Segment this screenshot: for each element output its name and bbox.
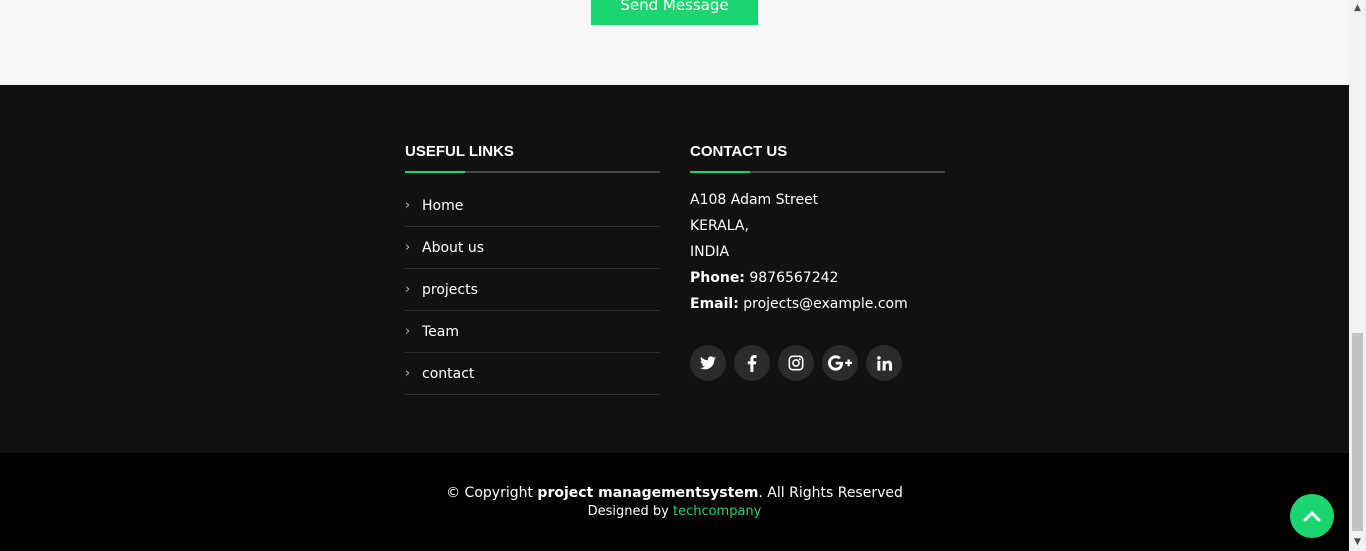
instagram-icon[interactable] (778, 345, 814, 381)
phone-row: Phone: 9876567242 (690, 265, 945, 291)
credits-text: Designed by techcompany (0, 504, 1349, 519)
footer-link-home[interactable]: › Home (405, 185, 660, 227)
useful-links-list: › Home › About us › projects › Team › contact (405, 185, 660, 395)
scroll-down-arrow-icon[interactable]: ▼ (1349, 534, 1366, 551)
chevron-right-icon: › (405, 198, 411, 213)
copyright-text: © Copyright project managementsystem. Al… (0, 485, 1349, 501)
social-links (690, 345, 945, 381)
footer-link-label[interactable]: About us (422, 240, 484, 256)
address-line-1: A108 Adam Street (690, 192, 819, 208)
useful-links-title: USEFUL LINKS (405, 143, 660, 173)
address-line-2: KERALA, (690, 218, 749, 234)
scrollbar-thumb[interactable] (1352, 333, 1363, 531)
title-accent-bar (690, 171, 750, 173)
contact-details: A108 Adam Street KERALA, INDIA Phone: 98… (690, 187, 945, 317)
email-address[interactable]: projects@example.com (743, 296, 908, 312)
email-label: Email: (690, 296, 739, 312)
footer-link-team[interactable]: › Team (405, 311, 660, 353)
contact-form-section: Send Message (0, 0, 1349, 85)
address-line-3: INDIA (690, 244, 730, 260)
footer-link-projects[interactable]: › projects (405, 269, 660, 311)
footer-link-label[interactable]: Team (422, 324, 459, 340)
useful-links-heading: USEFUL LINKS (405, 143, 514, 160)
contact-us-title: CONTACT US (690, 143, 945, 173)
scroll-up-arrow-icon[interactable]: ▲ (1349, 0, 1366, 17)
google-plus-icon[interactable] (822, 345, 858, 381)
designer-link[interactable]: techcompany (673, 504, 761, 519)
page: Send Message USEFUL LINKS › Home › About u… (0, 0, 1349, 551)
contact-us-column: CONTACT US A108 Adam Street KERALA, INDI… (690, 143, 945, 381)
footer-link-label[interactable]: projects (422, 282, 478, 298)
footer-link-contact[interactable]: › contact (405, 353, 660, 395)
chevron-right-icon: › (405, 240, 411, 255)
chevron-right-icon: › (405, 282, 411, 297)
useful-links-column: USEFUL LINKS › Home › About us › projects ›… (405, 143, 660, 395)
footer-link-label[interactable]: Home (422, 198, 463, 214)
footer-link-about[interactable]: › About us (405, 227, 660, 269)
footer-link-label[interactable]: contact (422, 366, 474, 382)
page-scrollbar[interactable]: ▲ ▼ (1349, 0, 1366, 551)
send-message-button[interactable]: Send Message (591, 0, 758, 25)
twitter-icon[interactable] (690, 345, 726, 381)
facebook-icon[interactable] (734, 345, 770, 381)
footer-top: USEFUL LINKS › Home › About us › projects ›… (0, 85, 1349, 453)
copyright-brand: project managementsystem (537, 485, 759, 501)
designed-by-label: Designed by (587, 504, 669, 519)
phone-number: 9876567242 (749, 270, 839, 286)
chevron-right-icon: › (405, 366, 411, 381)
chevron-right-icon: › (405, 324, 411, 339)
chevron-up-icon (1303, 511, 1321, 522)
back-to-top-button[interactable] (1290, 494, 1334, 538)
footer-bottom: © Copyright project managementsystem. Al… (0, 453, 1349, 551)
contact-us-heading: CONTACT US (690, 143, 788, 160)
email-row: Email: projects@example.com (690, 291, 945, 317)
linkedin-icon[interactable] (866, 345, 902, 381)
phone-label: Phone: (690, 270, 745, 286)
title-accent-bar (405, 171, 465, 173)
copyright-prefix: © Copyright (446, 485, 533, 501)
copyright-suffix: . All Rights Reserved (758, 485, 903, 501)
